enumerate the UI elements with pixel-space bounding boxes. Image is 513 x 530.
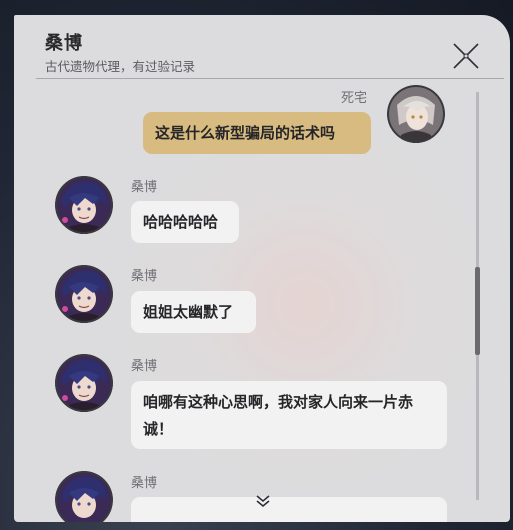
contact-avatar[interactable] [55,354,113,412]
scrollbar-thumb[interactable] [475,267,480,355]
sender-name: 桑博 [131,180,158,195]
header-divider [36,78,504,79]
sender-name: 死宅 [341,91,368,106]
close-icon [453,43,479,69]
close-button[interactable] [450,40,482,72]
contact-avatar[interactable] [55,471,113,522]
message-bubble: 姐姐太幽默了 [131,291,256,333]
sender-name: 桑博 [131,476,158,491]
chevron-down-icon [256,495,270,508]
scroll-down-button[interactable] [254,492,272,510]
message-bubble: 咱哪有这种心思啊，我对家人向来一片赤诚！ [131,381,447,449]
chat-dialog: 桑博 古代遗物代理，有过验记录 死宅 这是什么新型骗局的话术吗 桑博 哈哈哈哈哈… [14,15,510,522]
dialog-header: 桑博 古代遗物代理，有过验记录 [14,15,510,79]
message-bubble: 这是什么新型骗局的话术吗 [143,112,371,154]
contact-name: 桑博 [45,33,83,54]
self-avatar[interactable] [387,85,445,143]
contact-avatar[interactable] [55,176,113,234]
contact-signature: 古代遗物代理，有过验记录 [45,59,196,74]
sender-name: 桑博 [131,269,158,284]
contact-avatar[interactable] [55,265,113,323]
message-bubble [131,497,447,522]
message-bubble: 哈哈哈哈哈 [131,201,239,243]
sender-name: 桑博 [131,359,158,374]
